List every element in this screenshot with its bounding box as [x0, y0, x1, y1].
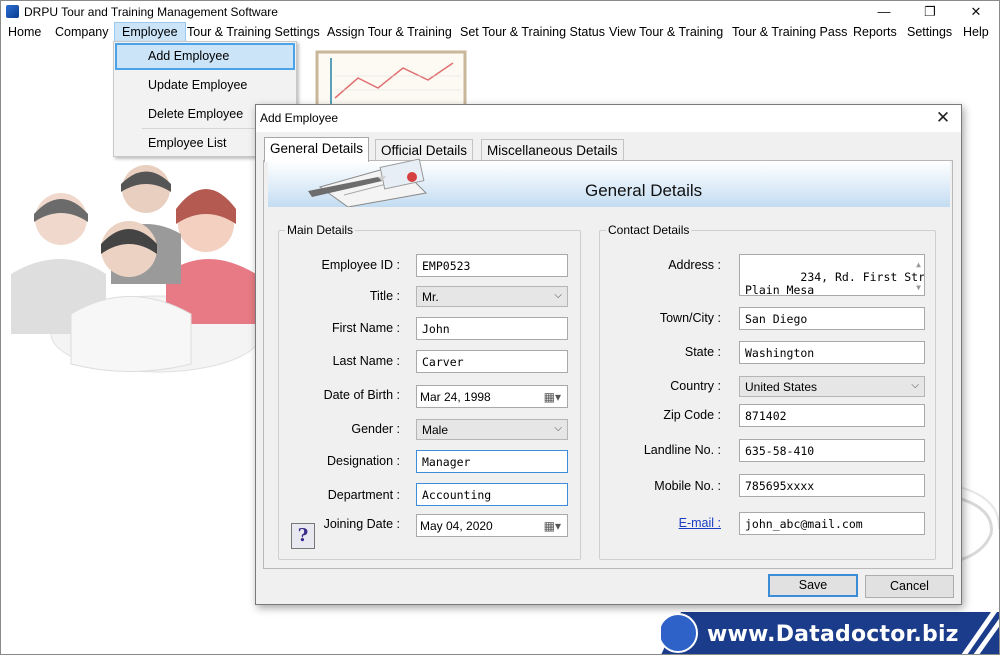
contact-details-group: Contact Details Address : 234, Rd. First…	[599, 223, 936, 560]
calendar-icon[interactable]: ▦▾	[544, 390, 561, 404]
menu-settings[interactable]: Settings	[900, 22, 959, 44]
main-details-label: Main Details	[285, 223, 356, 237]
town-city-label: Town/City :	[659, 311, 721, 325]
main-details-group: Main Details Employee ID : EMP0523 Title…	[278, 223, 581, 560]
background-people-illustration	[11, 165, 261, 373]
zip-code-field[interactable]: 871402	[739, 404, 925, 427]
general-details-panel: General Details Main Details Employee ID…	[263, 158, 953, 569]
document-pen-icon	[308, 158, 428, 207]
calendar-icon[interactable]: ▦▾	[544, 519, 561, 533]
menu-home[interactable]: Home	[1, 22, 48, 44]
landline-label: Landline No. :	[643, 443, 721, 457]
last-name-label: Last Name :	[332, 354, 400, 368]
menu-company[interactable]: Company	[48, 22, 116, 44]
gender-select-value: Male	[422, 423, 449, 437]
section-heading: General Details	[585, 181, 703, 200]
chevron-down-icon: ⌵	[911, 380, 919, 391]
address-value: 234, Rd. First Street, Plain Mesa	[745, 270, 925, 296]
joining-date-value: May 04, 2020	[420, 519, 493, 533]
cancel-button[interactable]: Cancel	[865, 575, 954, 598]
department-label: Department :	[327, 488, 400, 502]
email-link-label[interactable]: E-mail :	[679, 516, 721, 530]
country-label: Country :	[670, 379, 721, 393]
menu-set-status[interactable]: Set Tour & Training Status	[453, 22, 612, 44]
tab-miscellaneous-details[interactable]: Miscellaneous Details	[481, 139, 624, 161]
zip-code-label: Zip Code :	[663, 408, 721, 422]
scroll-up-icon[interactable]: ▲	[916, 258, 921, 271]
state-field[interactable]: Washington	[739, 341, 925, 364]
country-select[interactable]: United States ⌵	[739, 376, 925, 397]
joining-date-datepicker[interactable]: May 04, 2020 ▦▾	[416, 514, 568, 537]
add-employee-dialog: Add Employee ✕ General Details Official …	[255, 104, 962, 605]
last-name-field[interactable]: Carver	[416, 350, 568, 373]
menu-add-employee[interactable]: Add Employee	[115, 43, 295, 70]
department-field[interactable]: Accounting	[416, 483, 568, 506]
landline-field[interactable]: 635-58-410	[739, 439, 925, 462]
dialog-title: Add Employee	[260, 111, 339, 125]
window-titlebar: DRPU Tour and Training Management Softwa…	[0, 0, 1000, 22]
first-name-label: First Name :	[331, 321, 400, 335]
help-question-icon[interactable]: ?	[291, 523, 315, 549]
email-field[interactable]: john_abc@mail.com	[739, 512, 925, 535]
gender-select[interactable]: Male ⌵	[416, 419, 568, 440]
tab-general-details[interactable]: General Details	[264, 137, 370, 162]
gender-label: Gender :	[351, 422, 400, 436]
menu-update-employee[interactable]: Update Employee	[115, 72, 295, 99]
title-select-value: Mr.	[422, 290, 439, 304]
dialog-close-icon[interactable]: ✕	[931, 107, 955, 129]
country-select-value: United States	[745, 380, 818, 394]
datadoctor-website-text: www.Datadoctor.biz	[707, 622, 959, 647]
maximize-button[interactable]: ❐	[907, 1, 953, 23]
menu-assign-tour-training[interactable]: Assign Tour & Training	[320, 22, 459, 44]
town-city-field[interactable]: San Diego	[739, 307, 925, 330]
dob-label: Date of Birth :	[323, 388, 400, 402]
chevron-down-icon: ⌵	[554, 290, 562, 301]
background-chart-illustration	[315, 50, 467, 108]
mobile-field[interactable]: 785695xxxx	[739, 474, 925, 497]
menu-help[interactable]: Help	[956, 22, 996, 44]
dialog-titlebar: Add Employee ✕	[256, 105, 961, 132]
mobile-label: Mobile No. :	[654, 479, 721, 493]
employee-id-field[interactable]: EMP0523	[416, 254, 568, 277]
title-select[interactable]: Mr. ⌵	[416, 286, 568, 307]
state-label: State :	[684, 345, 721, 359]
scroll-down-icon[interactable]: ▼	[916, 281, 921, 294]
window-title: DRPU Tour and Training Management Softwa…	[24, 5, 278, 19]
designation-field[interactable]: Manager	[416, 450, 568, 473]
app-logo-icon	[6, 5, 19, 18]
dob-value: Mar 24, 1998	[420, 390, 491, 404]
employee-id-label: Employee ID :	[321, 258, 400, 272]
dob-datepicker[interactable]: Mar 24, 1998 ▦▾	[416, 385, 568, 408]
save-button[interactable]: Save	[768, 574, 858, 597]
minimize-button[interactable]: —	[861, 1, 907, 23]
address-field[interactable]: 234, Rd. First Street, Plain Mesa ▲ ▼	[739, 254, 925, 296]
joining-date-label: Joining Date :	[323, 517, 400, 531]
menu-view-tour-training[interactable]: View Tour & Training	[602, 22, 730, 44]
menu-tour-training-pass[interactable]: Tour & Training Pass	[725, 22, 854, 44]
contact-details-label: Contact Details	[606, 223, 692, 237]
menu-reports[interactable]: Reports	[846, 22, 904, 44]
chevron-down-icon: ⌵	[554, 423, 562, 434]
designation-label: Designation :	[327, 454, 400, 468]
address-label: Address :	[668, 258, 721, 272]
section-banner: General Details	[268, 158, 950, 207]
first-name-field[interactable]: John	[416, 317, 568, 340]
close-window-button[interactable]: ✕	[953, 1, 999, 23]
title-label: Title :	[369, 289, 400, 303]
